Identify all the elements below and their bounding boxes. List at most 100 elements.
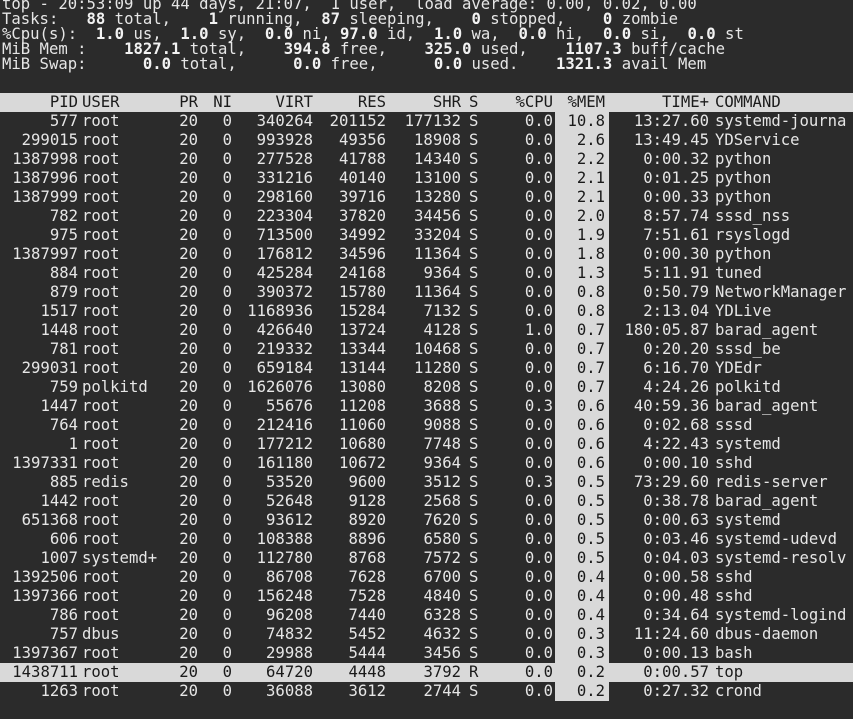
col-shr[interactable]: SHR	[386, 93, 461, 112]
process-virt: 176812	[256, 245, 313, 263]
process-shr: 34456	[414, 207, 461, 225]
process-mem: 1.3	[555, 264, 609, 283]
process-command: bash	[715, 644, 753, 662]
process-command: crond	[715, 682, 762, 700]
process-row[interactable]: 1448 root 20 0 426640 13724 4128 S 1.0 0.7 180:05.…	[0, 321, 853, 340]
process-shr: 3512	[423, 473, 461, 491]
process-row[interactable]: 1447 root 20 0 55676 11208 3688 S 0.3 0.6 40:59.36…	[0, 397, 853, 416]
process-nice: 0	[222, 302, 232, 320]
process-pid: 1438711	[12, 663, 78, 681]
process-cpu: 0.0	[524, 416, 553, 434]
process-virt: 331216	[256, 169, 313, 187]
col-user[interactable]: USER	[78, 93, 174, 112]
process-state: S	[469, 492, 479, 510]
process-row[interactable]: 1397331 root 20 0 161180 10672 9364 S 0.0 0.6 0:00…	[0, 454, 853, 473]
process-pid: 1397367	[12, 644, 78, 662]
col-mem[interactable]: %MEM	[555, 93, 609, 112]
process-row[interactable]: 1387998 root 20 0 277528 41788 14340 S 0.0 2.2 0:0…	[0, 150, 853, 169]
col-pid[interactable]: PID	[0, 93, 78, 112]
process-time: 0:20.20	[643, 340, 709, 358]
process-cpu: 0.0	[524, 169, 553, 187]
process-list[interactable]: 577 root 20 0 340264 201152 177132 S 0.0 10.8 13:2…	[0, 112, 853, 701]
process-cpu: 0.0	[524, 492, 553, 510]
process-row[interactable]: 884 root 20 0 425284 24168 9364 S 0.0 1.3 5:11.91 t…	[0, 264, 853, 283]
process-user: root	[82, 207, 120, 225]
process-shr: 18908	[414, 131, 461, 149]
process-row[interactable]: 651368 root 20 0 93612 8920 7620 S 0.0 0.5 0:00.63…	[0, 511, 853, 530]
process-row[interactable]: 885 redis 20 0 53520 9600 3512 S 0.3 0.5 73:29.60 r…	[0, 473, 853, 492]
process-shr: 7620	[423, 511, 461, 529]
process-pid: 781	[49, 340, 78, 358]
process-shr: 6328	[423, 606, 461, 624]
process-cpu: 0.0	[524, 530, 553, 548]
terminal-window[interactable]: top - 20:53:09 up 44 days, 21:07, 1 user…	[0, 0, 853, 719]
process-row[interactable]: 1397367 root 20 0 29988 5444 3456 S 0.0 0.3 0:00.1…	[0, 644, 853, 663]
process-row[interactable]: 782 root 20 0 223304 37820 34456 S 0.0 2.0 8:57.74…	[0, 207, 853, 226]
process-cpu: 0.0	[524, 644, 553, 662]
process-row[interactable]: 1 root 20 0 177212 10680 7748 S 0.0 0.6 4:22.43 sys…	[0, 435, 853, 454]
process-row[interactable]: 1263 root 20 0 36088 3612 2744 S 0.0 0.2 0:27.32 cr…	[0, 682, 853, 701]
process-row[interactable]: 975 root 20 0 713500 34992 33204 S 0.0 1.9 7:51.61…	[0, 226, 853, 245]
process-row[interactable]: 299015 root 20 0 993928 49356 18908 S 0.0 2.6 13:4…	[0, 131, 853, 150]
process-row[interactable]: 1387996 root 20 0 331216 40140 13100 S 0.0 2.1 0:0…	[0, 169, 853, 188]
process-pid: 299031	[21, 359, 78, 377]
process-row[interactable]: 1007 systemd+ 20 0 112780 8768 7572 S 0.0 0.5 0:04…	[0, 549, 853, 568]
process-priority: 20	[179, 340, 198, 358]
process-nice: 0	[222, 378, 232, 396]
process-row[interactable]: 1442 root 20 0 52648 9128 2568 S 0.0 0.5 0:38.78 ba…	[0, 492, 853, 511]
process-res: 40140	[339, 169, 386, 187]
process-row[interactable]: 1392506 root 20 0 86708 7628 6700 S 0.0 0.4 0:00.5…	[0, 568, 853, 587]
col-ni[interactable]: NI	[198, 93, 232, 112]
process-row[interactable]: 764 root 20 0 212416 11060 9088 S 0.0 0.6 0:02.68 s…	[0, 416, 853, 435]
process-cpu: 0.0	[524, 207, 553, 225]
col-state[interactable]: S	[461, 93, 485, 112]
process-user: dbus	[82, 625, 120, 643]
process-res: 10680	[339, 435, 386, 453]
process-priority: 20	[179, 473, 198, 491]
process-shr: 3688	[423, 397, 461, 415]
col-pr[interactable]: PR	[174, 93, 198, 112]
process-cpu: 0.0	[524, 131, 553, 149]
process-user: root	[82, 150, 120, 168]
process-row[interactable]: 299031 root 20 0 659184 13144 11280 S 0.0 0.7 6:16…	[0, 359, 853, 378]
process-user: root	[82, 131, 120, 149]
process-row[interactable]: 606 root 20 0 108388 8896 6580 S 0.0 0.5 0:03.46 sy…	[0, 530, 853, 549]
process-res: 201152	[329, 112, 386, 130]
process-command: sshd	[715, 568, 753, 586]
process-command: systemd-logind	[715, 606, 847, 624]
process-row[interactable]: 1438711 root 20 0 64720 4448 3792 R 0.0 0.2 0:00.5…	[0, 663, 853, 682]
process-row[interactable]: 757 dbus 20 0 74832 5452 4632 S 0.0 0.3 11:24.60 db…	[0, 625, 853, 644]
process-row[interactable]: 1387997 root 20 0 176812 34596 11364 S 0.0 1.8 0:0…	[0, 245, 853, 264]
process-cpu: 0.0	[524, 549, 553, 567]
col-cpu[interactable]: %CPU	[485, 93, 555, 112]
col-command[interactable]: COMMAND	[709, 93, 852, 112]
process-command: redis-server	[715, 473, 828, 491]
process-row[interactable]: 1397366 root 20 0 156248 7528 4840 S 0.0 0.4 0:00.…	[0, 587, 853, 606]
process-cpu: 0.0	[524, 226, 553, 244]
process-row[interactable]: 781 root 20 0 219332 13344 10468 S 0.0 0.7 0:20.20…	[0, 340, 853, 359]
process-mem: 10.8	[555, 112, 609, 131]
process-nice: 0	[222, 587, 232, 605]
process-row[interactable]: 577 root 20 0 340264 201152 177132 S 0.0 10.8 13:2…	[0, 112, 853, 131]
process-nice: 0	[222, 682, 232, 700]
process-row[interactable]: 1517 root 20 0 1168936 15284 7132 S 0.0 0.8 2:13.0…	[0, 302, 853, 321]
process-mem: 0.7	[555, 340, 609, 359]
process-shr: 2744	[423, 682, 461, 700]
process-row[interactable]: 759 polkitd 20 0 1626076 13080 8208 S 0.0 0.7 4:24…	[0, 378, 853, 397]
process-virt: 52648	[266, 492, 313, 510]
process-command: barad_agent	[715, 321, 819, 339]
process-row[interactable]: 786 root 20 0 96208 7440 6328 S 0.0 0.4 0:34.64 sys…	[0, 606, 853, 625]
process-priority: 20	[179, 416, 198, 434]
column-header-row[interactable]: PID USER PR NI VIRT RES SHR S %CPU %MEM …	[0, 93, 853, 112]
process-row[interactable]: 1387999 root 20 0 298160 39716 13280 S 0.0 2.1 0:0…	[0, 188, 853, 207]
process-row[interactable]: 879 root 20 0 390372 15780 11364 S 0.0 0.8 0:50.79…	[0, 283, 853, 302]
col-res[interactable]: RES	[313, 93, 386, 112]
process-mem: 2.0	[555, 207, 609, 226]
process-priority: 20	[179, 378, 198, 396]
process-mem: 0.6	[555, 435, 609, 454]
process-pid: 1387999	[12, 188, 78, 206]
col-virt[interactable]: VIRT	[232, 93, 313, 112]
process-time: 0:00.10	[643, 454, 709, 472]
process-virt: 29988	[266, 644, 313, 662]
col-time[interactable]: TIME+	[609, 93, 709, 112]
